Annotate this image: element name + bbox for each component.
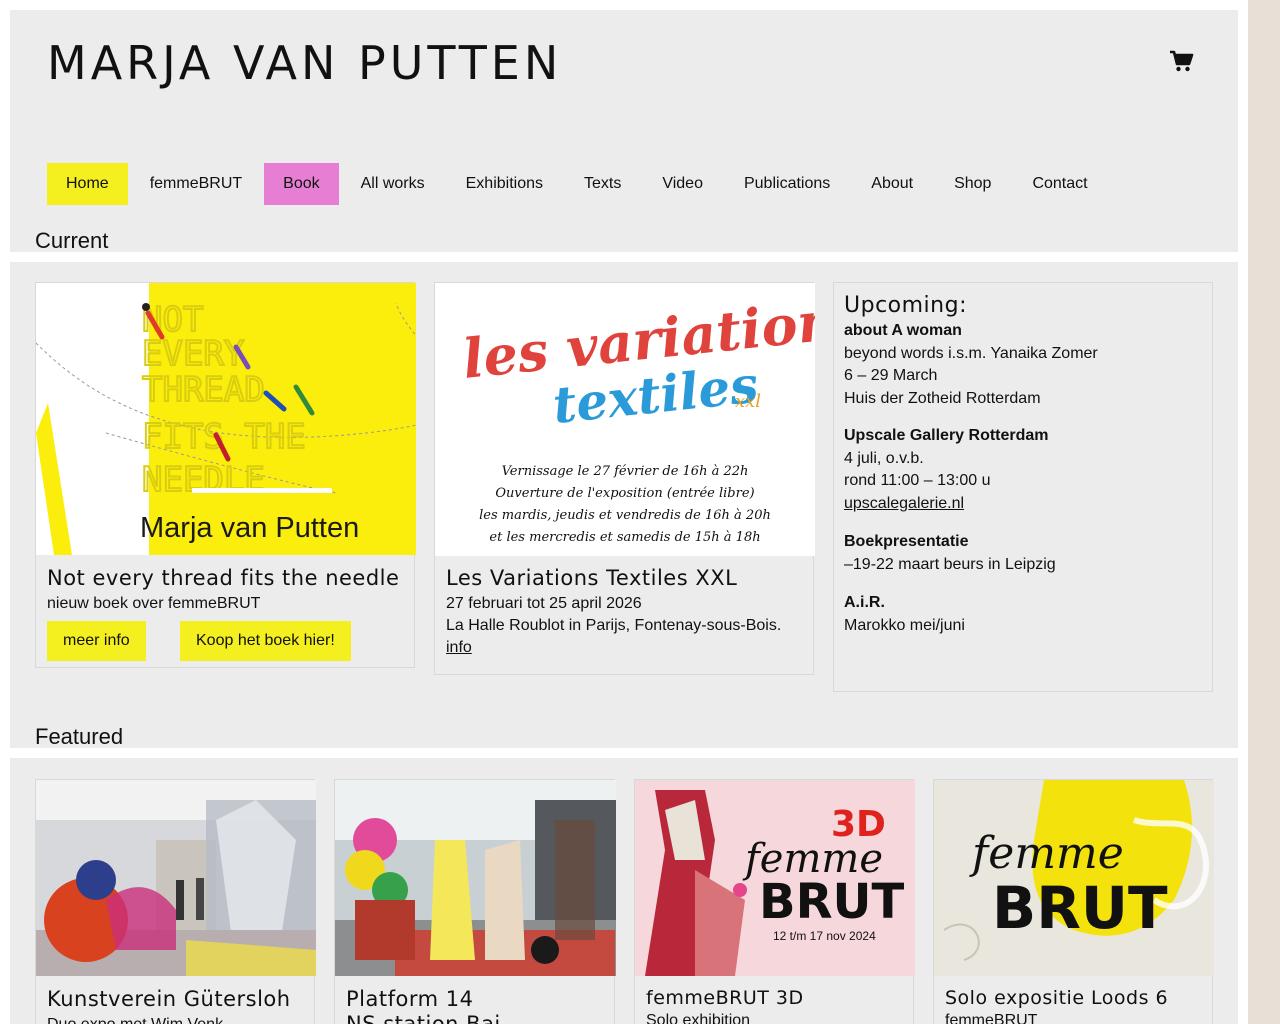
poster-xxl: xxl (735, 391, 761, 412)
book-cover-art: NOT EVERY THREAD FITS THE NEEDLE Marja v… (36, 283, 416, 555)
featured-image-platform14[interactable] (335, 780, 616, 976)
featured-subtitle: NS station Bai (346, 1012, 501, 1024)
book-buy-button[interactable]: Koop het boek hier! (180, 621, 351, 661)
cover-line-5: NEEDLE (142, 460, 265, 500)
featured-title[interactable]: Solo expositie Loods 6 (945, 987, 1168, 1009)
featured-title[interactable]: Kunstverein Gütersloh (47, 987, 291, 1011)
nav-book[interactable]: Book (264, 163, 339, 205)
featured-card: femme BRUT Solo expositie Loods 6 femmeB… (933, 779, 1214, 1024)
expo-poster-art: les variations textiles xxl Vernissage l… (435, 283, 815, 556)
poster-line-1: Vernissage le 27 février de 16h à 22h (502, 464, 749, 479)
featured-subtitle: femmeBRUT (945, 1012, 1038, 1024)
featured-subtitle: Duo expo met Wim Venk (47, 1016, 223, 1024)
book-subtitle: nieuw boek over femmeBRUT (47, 595, 261, 612)
cover-author: Marja van Putten (140, 512, 359, 544)
shopping-cart-icon[interactable] (1168, 48, 1194, 74)
expo-venue: La Halle Roublot in Parijs, Fontenay-sou… (446, 617, 782, 634)
book-title[interactable]: Not every thread fits the needle (47, 566, 399, 590)
poster-line-3: les mardis, jeudis et vendredis de 16h à… (479, 508, 771, 523)
featured-card: Kunstverein Gütersloh Duo expo met Wim V… (35, 779, 316, 1024)
featured-subtitle: Solo exhibition (646, 1012, 751, 1024)
upcoming-panel: Upcoming: about A woman beyond words i.s… (833, 282, 1213, 692)
page: MARJA VAN PUTTEN Home femmeBRUT Book All… (0, 0, 1248, 1024)
poster-brut: BRUT (759, 874, 905, 930)
upcoming-item-line: –19-22 maart beurs in Leipzig (844, 555, 1056, 573)
nav-all-works[interactable]: All works (342, 163, 444, 205)
cover-line-3: THREAD (142, 370, 265, 410)
expo-card: les variations textiles xxl Vernissage l… (434, 282, 815, 675)
upcoming-item-title: about A woman (844, 322, 962, 339)
nav-texts[interactable]: Texts (565, 163, 640, 205)
nav-home[interactable]: Home (47, 163, 128, 205)
upcoming-item-title: Boekpresentatie (844, 533, 969, 550)
poster-femme: femme (969, 828, 1124, 879)
upcoming-item-title: Upscale Gallery Rotterdam (844, 427, 1049, 444)
poster-line-4: et les mercredis et samedis de 15h à 18h (489, 530, 760, 545)
upcoming-item: Upscale Gallery Rotterdam 4 juli, o.v.b.… (844, 425, 1049, 515)
current-heading: Current (35, 228, 109, 253)
book-card: NOT EVERY THREAD FITS THE NEEDLE Marja v… (35, 282, 416, 668)
site-title[interactable]: MARJA VAN PUTTEN (47, 36, 562, 90)
station-photo (335, 780, 616, 976)
nav-exhibitions[interactable]: Exhibitions (447, 163, 562, 205)
poster-dates: 12 t/m 17 nov 2024 (773, 929, 876, 943)
expo-poster-image[interactable]: les variations textiles xxl Vernissage l… (435, 283, 815, 556)
featured-image-loods6[interactable]: femme BRUT (934, 780, 1214, 976)
femmebrut3d-poster: 3D femme BRUT 12 t/m 17 nov 2024 (635, 780, 915, 976)
upcoming-item: Boekpresentatie –19-22 maart beurs in Le… (844, 531, 1056, 576)
upcoming-item-line: 6 – 29 March (844, 367, 938, 384)
main-nav: Home femmeBRUT Book All works Exhibition… (47, 163, 1110, 205)
nav-video[interactable]: Video (643, 163, 722, 205)
featured-card: Platform 14 NS station Bai (334, 779, 616, 1024)
featured-heading: Featured (35, 724, 124, 749)
cover-line-2: EVERY (142, 334, 244, 374)
upcoming-item: A.i.R. Marokko mei/juni (844, 592, 965, 637)
expo-dates: 27 februari tot 25 april 2026 (446, 595, 642, 612)
upcoming-item-line: rond 11:00 – 13:00 u (844, 472, 991, 489)
poster-brut: BRUT (992, 874, 1168, 942)
gallery-photo (36, 780, 316, 976)
featured-card: 3D femme BRUT 12 t/m 17 nov 2024 femmeBR… (634, 779, 915, 1024)
featured-image-femmebrut3d[interactable]: 3D femme BRUT 12 t/m 17 nov 2024 (635, 780, 915, 976)
book-cover-image[interactable]: NOT EVERY THREAD FITS THE NEEDLE Marja v… (36, 283, 416, 555)
poster-line-2: Ouverture de l'exposition (entrée libre) (495, 486, 754, 501)
nav-shop[interactable]: Shop (935, 163, 1010, 205)
nav-publications[interactable]: Publications (725, 163, 849, 205)
nav-femmebrut[interactable]: femmeBRUT (131, 163, 261, 205)
upcoming-item-line: Huis der Zotheid Rotterdam (844, 389, 1041, 407)
upcoming-item: about A woman beyond words i.s.m. Yanaik… (844, 320, 1098, 410)
expo-info-link[interactable]: info (446, 639, 472, 657)
featured-title[interactable]: Platform 14 (346, 987, 473, 1011)
expo-title[interactable]: Les Variations Textiles XXL (446, 566, 737, 590)
upcoming-item-line: Marokko mei/juni (844, 616, 965, 634)
upcoming-item-line: 4 juli, o.v.b. (844, 449, 924, 467)
femmebrut-poster: femme BRUT (934, 780, 1214, 976)
upcoming-heading: Upcoming: (844, 293, 967, 318)
upcoming-item-title: A.i.R. (844, 594, 885, 611)
featured-title[interactable]: femmeBRUT 3D (646, 987, 804, 1009)
upcoming-item-line: beyond words i.s.m. Yanaika Zomer (844, 344, 1098, 362)
nav-about[interactable]: About (852, 163, 932, 205)
featured-image-gutersloh[interactable] (36, 780, 316, 976)
upscale-link[interactable]: upscalegalerie.nl (844, 493, 1049, 516)
nav-contact[interactable]: Contact (1013, 163, 1106, 205)
book-info-button[interactable]: meer info (47, 621, 146, 661)
